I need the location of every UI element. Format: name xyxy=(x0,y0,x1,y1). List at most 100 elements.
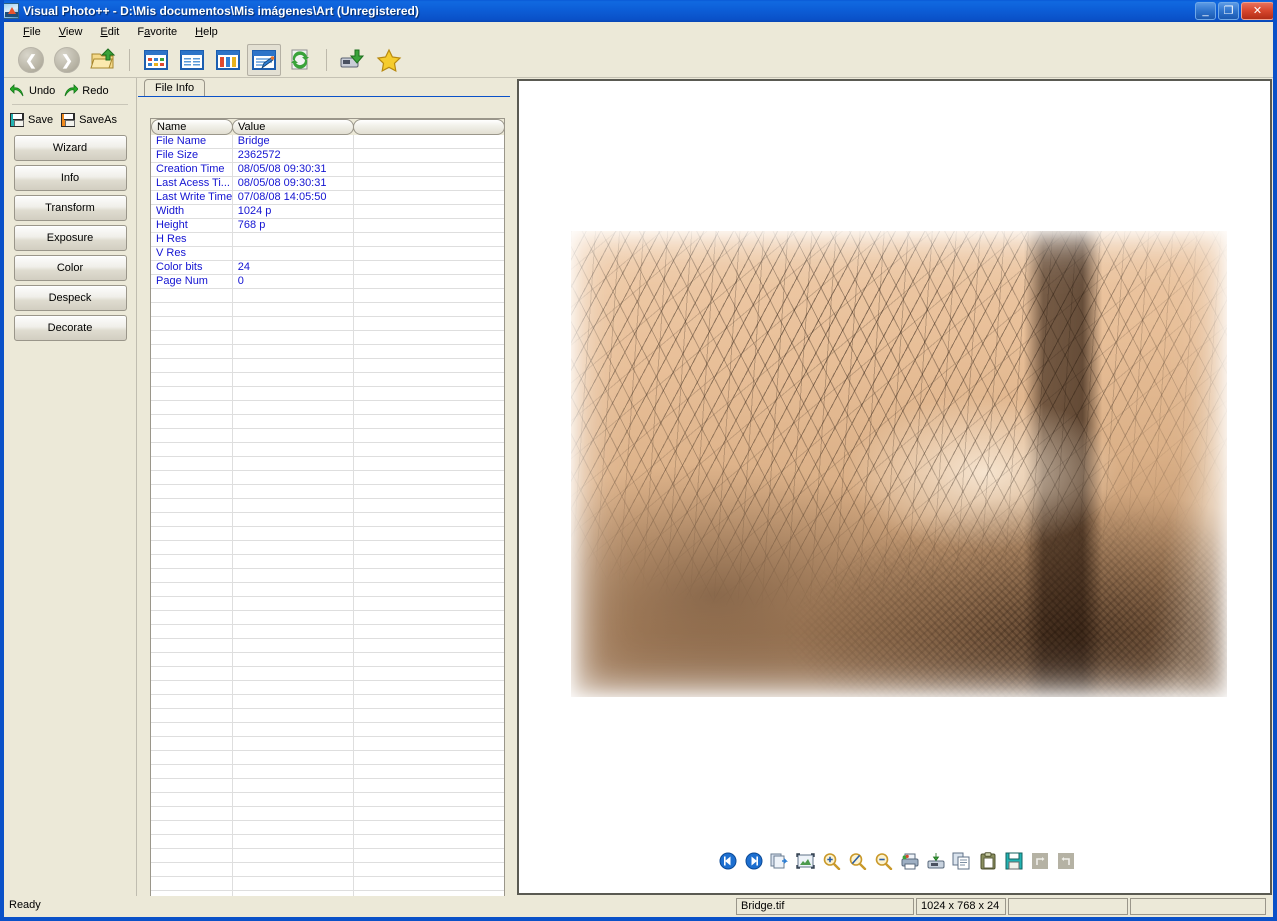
table-body: File Name Bridge File Size 2362572 Creation … xyxy=(151,135,504,917)
save-image-button[interactable] xyxy=(1004,851,1024,871)
duplicate-button[interactable] xyxy=(770,851,790,871)
table-cell-c1: 24 xyxy=(233,261,355,275)
table-row[interactable]: V Res xyxy=(151,247,504,261)
table-row[interactable]: Width 1024 p xyxy=(151,205,504,219)
close-button[interactable]: ✕ xyxy=(1241,2,1273,20)
table-cell-c0: File Name xyxy=(151,135,233,149)
sidebar-button-wizard[interactable]: Wizard xyxy=(13,135,127,161)
table-row[interactable]: H Res xyxy=(151,233,504,247)
table-empty-row xyxy=(151,415,504,429)
status-filename: Bridge.tif xyxy=(736,898,914,915)
table-cell-c2 xyxy=(354,219,504,233)
table-row[interactable]: File Name Bridge xyxy=(151,135,504,149)
column-header-value[interactable]: Value xyxy=(232,119,354,135)
copy-button[interactable] xyxy=(952,851,972,871)
scanner-button[interactable] xyxy=(336,44,370,76)
table-empty-cell xyxy=(354,695,504,709)
table-row[interactable]: File Size 2362572 xyxy=(151,149,504,163)
table-empty-cell xyxy=(354,485,504,499)
undo-button[interactable]: Undo xyxy=(10,84,55,98)
tab-file-info[interactable]: File Info xyxy=(144,79,206,97)
refresh-button[interactable] xyxy=(283,44,317,76)
menu-item-help[interactable]: Help xyxy=(186,24,227,40)
paste-button[interactable] xyxy=(978,851,998,871)
table-row[interactable]: Color bits 24 xyxy=(151,261,504,275)
back-button[interactable]: ❮ xyxy=(14,44,48,76)
menu-item-file[interactable]: FFileile xyxy=(14,24,50,40)
print-button[interactable] xyxy=(900,851,920,871)
menu-item-favorite[interactable]: Favorite xyxy=(128,24,186,40)
favorite-button[interactable] xyxy=(372,44,406,76)
table-cell-c1 xyxy=(233,247,355,261)
redo-button[interactable]: Redo xyxy=(63,84,109,98)
image-viewer-canvas[interactable] xyxy=(517,79,1272,895)
save-button[interactable]: Save xyxy=(10,113,53,127)
table-empty-cell xyxy=(233,401,355,415)
edit-image-icon xyxy=(252,49,276,70)
saveas-button[interactable]: SaveAs xyxy=(61,113,117,127)
table-empty-cell xyxy=(151,457,233,471)
sidebar-button-info[interactable]: Info xyxy=(13,165,127,191)
table-row[interactable]: Last Write Time 07/08/08 14:05:50 xyxy=(151,191,504,205)
table-empty-cell xyxy=(151,639,233,653)
file-info-table[interactable]: Name Value File Name Bridge File Size 23625… xyxy=(150,118,505,917)
restore-button[interactable]: ❐ xyxy=(1218,2,1239,20)
next-image-button[interactable] xyxy=(744,851,764,871)
table-empty-cell xyxy=(151,513,233,527)
table-empty-cell xyxy=(354,415,504,429)
table-empty-cell xyxy=(354,457,504,471)
table-row[interactable]: Page Num 0 xyxy=(151,275,504,289)
menu-item-view[interactable]: View xyxy=(50,24,92,40)
table-empty-cell xyxy=(354,373,504,387)
table-empty-cell xyxy=(233,863,355,877)
table-row[interactable]: Height 768 p xyxy=(151,219,504,233)
save-floppy-icon xyxy=(10,113,24,127)
sidebar-button-decorate[interactable]: Decorate xyxy=(13,315,127,341)
sidebar-button-despeck[interactable]: Despeck xyxy=(13,285,127,311)
fit-to-window-button[interactable] xyxy=(796,851,816,871)
view-list-button[interactable] xyxy=(175,44,209,76)
open-folder-button[interactable] xyxy=(86,44,120,76)
table-row[interactable]: Last Acess Ti... 08/05/08 09:30:31 xyxy=(151,177,504,191)
minimize-button[interactable]: _ xyxy=(1195,2,1216,20)
menu-bar: FFileile View Edit Favorite Help xyxy=(4,22,1273,42)
view-thumbnails-button[interactable] xyxy=(139,44,173,76)
menu-item-edit[interactable]: Edit xyxy=(91,24,128,40)
zoom-in-button[interactable] xyxy=(822,851,842,871)
view-details-button[interactable] xyxy=(211,44,245,76)
view-edit-button[interactable] xyxy=(247,43,281,76)
save-row: Save SaveAs xyxy=(4,107,136,129)
window-title: Visual Photo++ - D:\Mis documentos\Mis i… xyxy=(23,4,419,18)
column-header-extra[interactable] xyxy=(353,119,504,135)
status-bar: Ready Bridge.tif 1024 x 768 x 24 xyxy=(4,896,1273,917)
table-empty-cell xyxy=(354,821,504,835)
table-empty-row xyxy=(151,513,504,527)
table-empty-cell xyxy=(233,485,355,499)
first-image-button[interactable] xyxy=(718,851,738,871)
table-empty-cell xyxy=(151,709,233,723)
table-empty-cell xyxy=(233,303,355,317)
table-empty-cell xyxy=(151,359,233,373)
table-empty-cell xyxy=(233,289,355,303)
sidebar-button-transform[interactable]: Transform xyxy=(13,195,127,221)
table-row[interactable]: Creation Time 08/05/08 09:30:31 xyxy=(151,163,504,177)
table-cell-c0: Creation Time xyxy=(151,163,233,177)
zoom-normal-button[interactable] xyxy=(848,851,868,871)
table-empty-cell xyxy=(233,569,355,583)
zoom-out-button[interactable] xyxy=(874,851,894,871)
table-empty-cell xyxy=(233,597,355,611)
table-cell-c1: 768 p xyxy=(233,219,355,233)
table-empty-row xyxy=(151,457,504,471)
table-empty-row xyxy=(151,863,504,877)
table-empty-cell xyxy=(151,373,233,387)
scan-button[interactable] xyxy=(926,851,946,871)
sidebar-button-exposure[interactable]: Exposure xyxy=(13,225,127,251)
forward-button[interactable]: ❯ xyxy=(50,44,84,76)
column-header-name[interactable]: Name xyxy=(151,119,233,135)
sidebar-button-color[interactable]: Color xyxy=(13,255,127,281)
zoom-out-icon xyxy=(875,853,893,870)
table-empty-cell xyxy=(233,457,355,471)
table-empty-cell xyxy=(354,499,504,513)
table-empty-row xyxy=(151,709,504,723)
table-empty-cell xyxy=(354,583,504,597)
